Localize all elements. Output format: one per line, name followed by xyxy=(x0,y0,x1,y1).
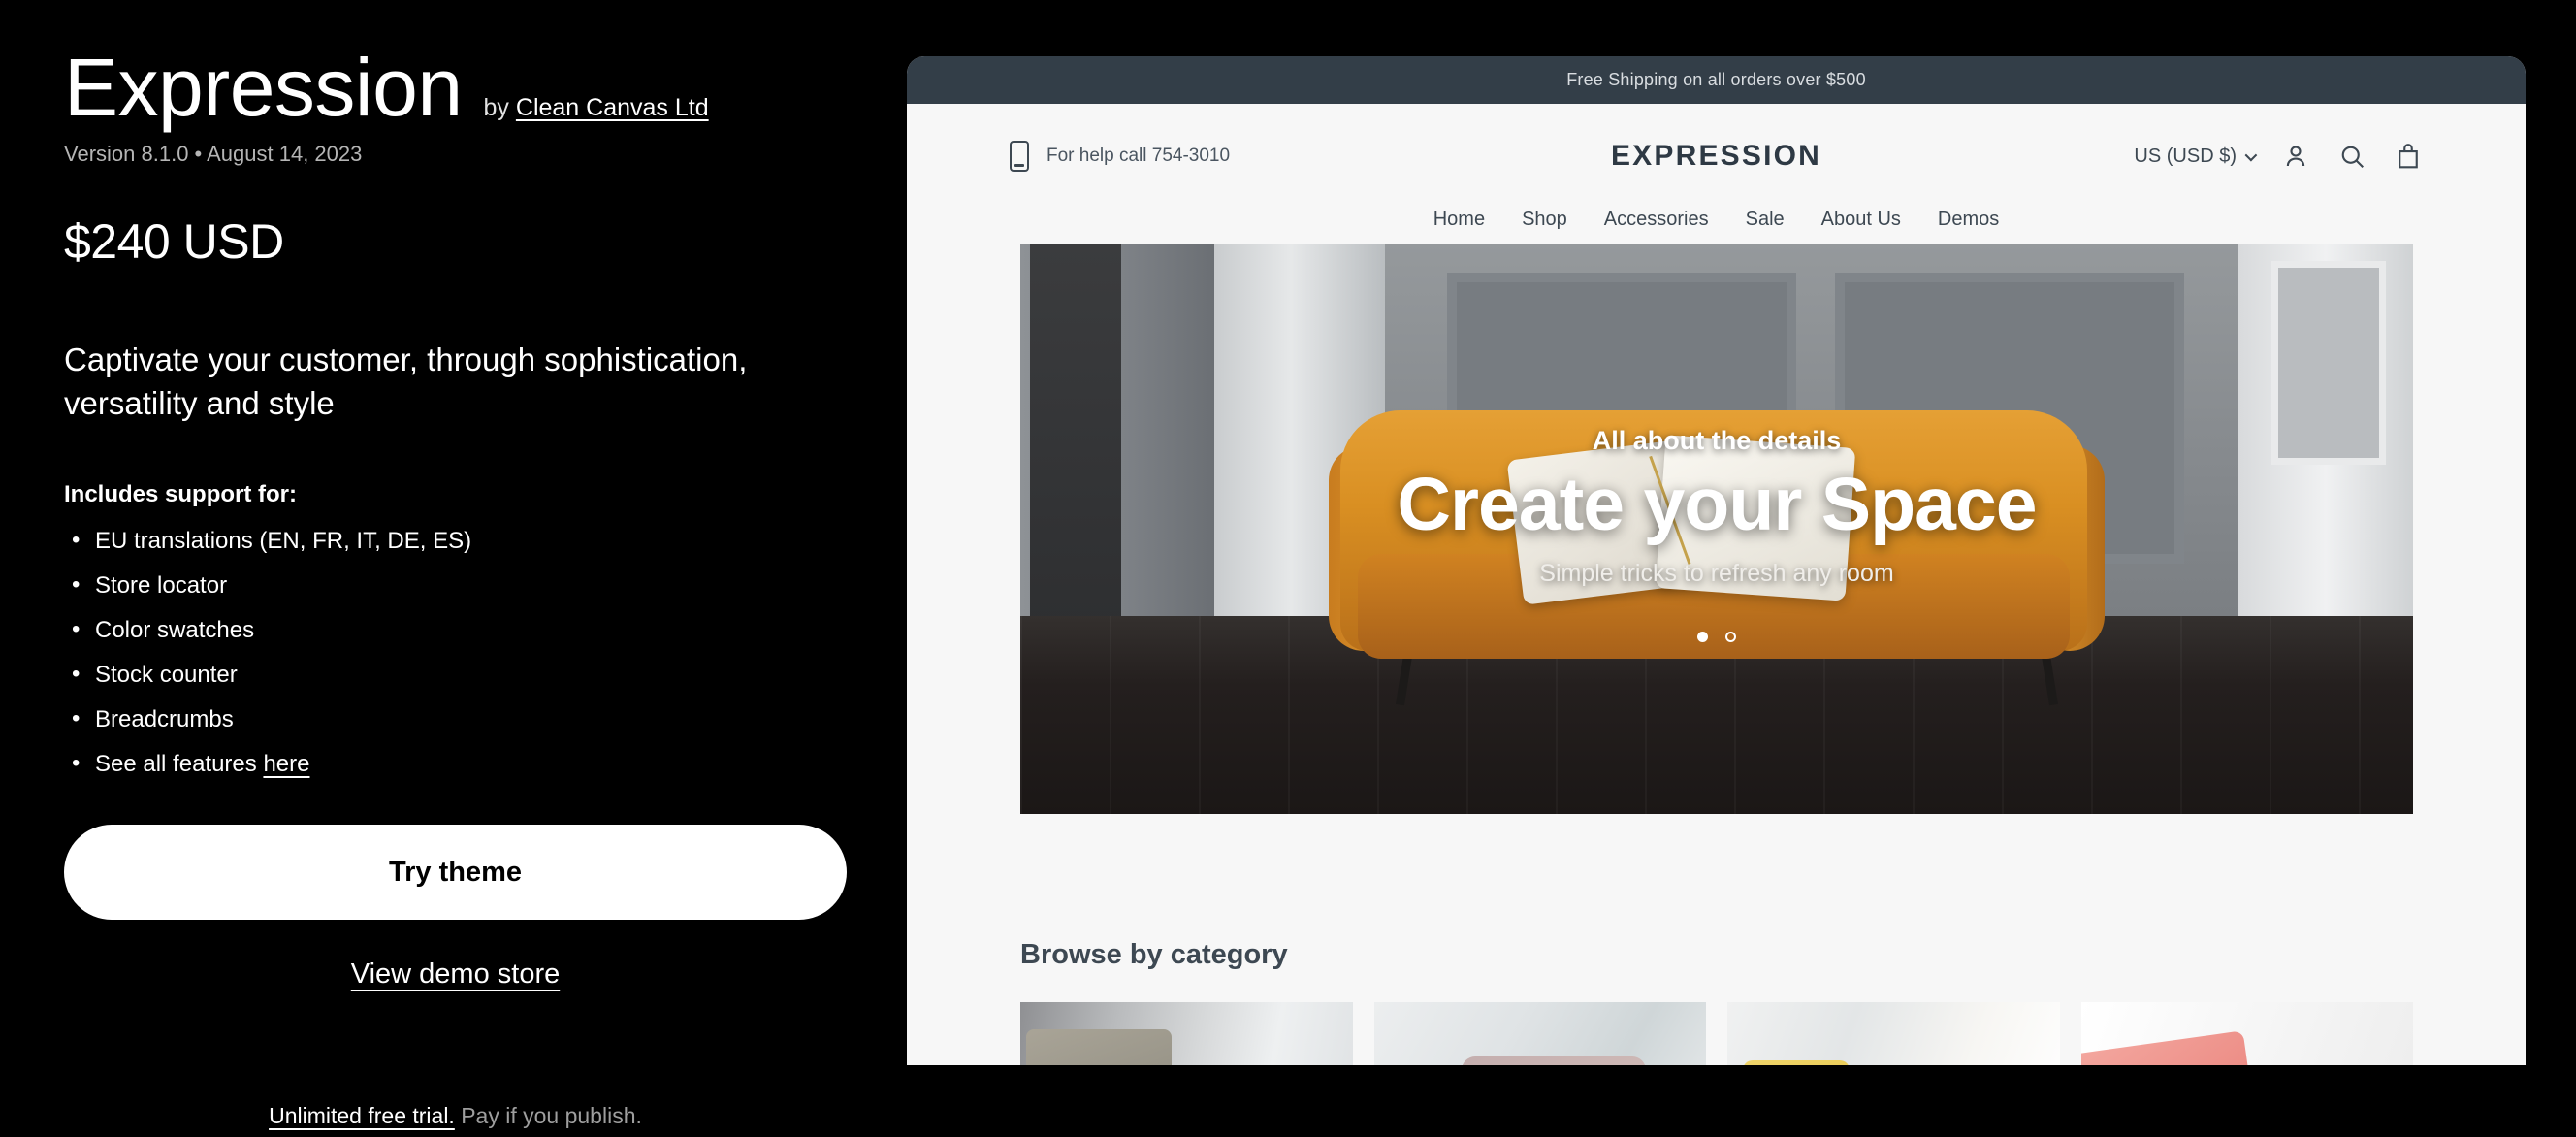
view-demo-store-link[interactable]: View demo store xyxy=(351,958,560,990)
store-brand-logo[interactable]: EXPRESSION xyxy=(907,140,2526,173)
hero-subtitle: Simple tricks to refresh any room xyxy=(1539,560,1894,587)
title-row: Expression by Clean Canvas Ltd xyxy=(64,47,843,128)
nav-item-about-us[interactable]: About Us xyxy=(1821,209,1901,231)
feature-text: EU translations (EN, FR, IT, DE, ES) xyxy=(95,528,472,555)
feature-text: Color swatches xyxy=(95,617,255,644)
try-theme-button[interactable]: Try theme xyxy=(64,825,847,921)
version-date: Version 8.1.0 • August 14, 2023 xyxy=(64,142,363,166)
nav-item-demos[interactable]: Demos xyxy=(1938,209,1999,231)
view-demo-wrap: View demo store xyxy=(64,958,847,991)
category-card[interactable] xyxy=(1727,1002,2060,1065)
see-all-features-link[interactable]: here xyxy=(263,751,309,777)
list-item: Color swatches xyxy=(64,617,843,644)
byline-prefix: by xyxy=(483,94,516,121)
trial-note: Unlimited free trial. Pay if you publish… xyxy=(64,1103,847,1129)
trial-note-muted: Pay if you publish. xyxy=(454,1103,642,1128)
theme-preview-area: Free Shipping on all orders over $500 Fo… xyxy=(907,0,2576,1137)
trial-note-strong: Unlimited free trial. xyxy=(269,1103,455,1128)
browse-by-category-heading: Browse by category xyxy=(1020,939,1288,970)
category-card[interactable] xyxy=(1373,1002,1706,1065)
feature-text: See all features xyxy=(95,751,264,778)
store-header: For help call 754-3010 EXPRESSION US (US… xyxy=(907,104,2526,209)
slideshow-dots xyxy=(1020,632,2413,642)
nav-item-home[interactable]: Home xyxy=(1433,209,1485,231)
feature-list: EU translations (EN, FR, IT, DE, ES) Sto… xyxy=(64,528,843,778)
theme-tagline: Captivate your customer, through sophist… xyxy=(64,341,748,422)
announcement-bar: Free Shipping on all orders over $500 xyxy=(907,56,2526,104)
category-card[interactable] xyxy=(1020,1002,1353,1065)
nav-item-shop[interactable]: Shop xyxy=(1522,209,1567,231)
theme-price: $240 USD xyxy=(64,214,284,269)
category-grid xyxy=(1020,1002,2413,1065)
list-item: Store locator xyxy=(64,572,843,600)
hero-slideshow[interactable]: All about the details Create your Space … xyxy=(1020,244,2413,814)
hero-copy: All about the details Create your Space … xyxy=(1020,426,2413,588)
slide-dot[interactable] xyxy=(1725,632,1736,642)
author-byline: by Clean Canvas Ltd xyxy=(484,94,709,122)
list-item: See all features here xyxy=(64,751,843,778)
nav-item-accessories[interactable]: Accessories xyxy=(1604,209,1709,231)
author-link[interactable]: Clean Canvas Ltd xyxy=(516,94,709,121)
feature-text: Breadcrumbs xyxy=(95,706,234,733)
theme-detail-page: Expression by Clean Canvas Ltd Version 8… xyxy=(0,0,2576,1137)
feature-text: Store locator xyxy=(95,572,228,600)
slide-dot-active[interactable] xyxy=(1697,632,1708,642)
list-item: Breadcrumbs xyxy=(64,706,843,733)
list-item: Stock counter xyxy=(64,662,843,689)
theme-info-panel: Expression by Clean Canvas Ltd Version 8… xyxy=(0,0,907,1137)
hero-title: Create your Space xyxy=(1397,463,2037,546)
hero-kicker: All about the details xyxy=(1592,426,1842,455)
category-card[interactable] xyxy=(2080,1002,2413,1065)
includes-heading: Includes support for: xyxy=(64,481,297,508)
feature-text: Stock counter xyxy=(95,662,238,689)
page-title: Expression xyxy=(64,42,463,133)
list-item: EU translations (EN, FR, IT, DE, ES) xyxy=(64,528,843,555)
nav-item-sale[interactable]: Sale xyxy=(1746,209,1785,231)
